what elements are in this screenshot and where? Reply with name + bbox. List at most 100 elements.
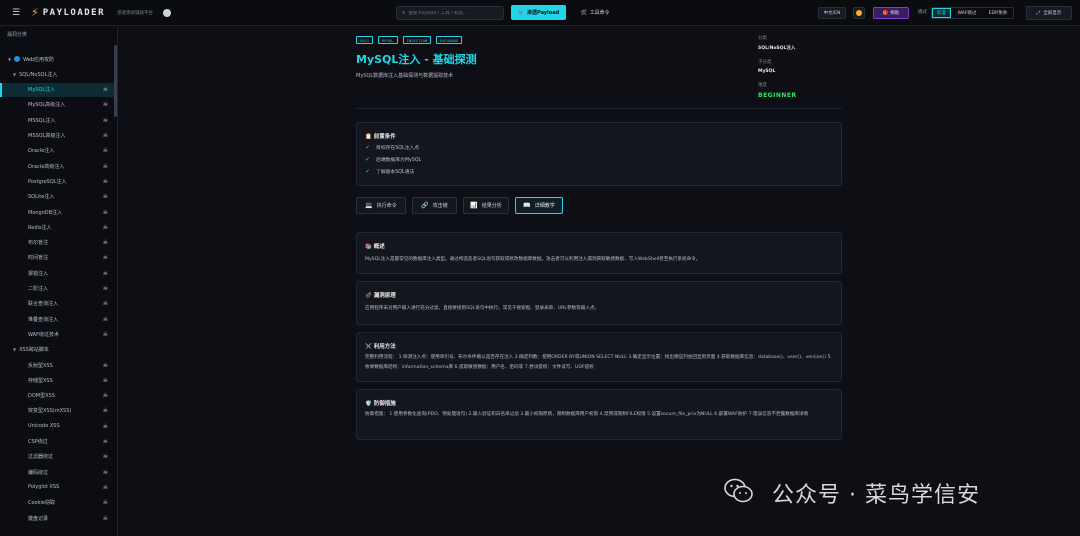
search-icon: ⌕ xyxy=(402,9,406,16)
tools-button-label: 工具命令 xyxy=(589,10,610,16)
sidebar-item[interactable]: Polyglot XSS ☠ xyxy=(0,480,116,494)
wechat-icon xyxy=(724,478,753,503)
sidebar-item[interactable]: 联合查询注入 ☠ xyxy=(0,297,116,311)
sidebar-item-label: 报错注入 xyxy=(28,270,49,277)
skull-icon: ☠ xyxy=(102,514,108,522)
chevron-down-icon[interactable]: ▼ xyxy=(13,347,16,352)
check-icon: ✓ xyxy=(365,156,371,163)
sidebar-item-label: 存储型XSS xyxy=(28,377,53,384)
section-text: 应用程序未对用户输入进行充分过滤，直接拼接到SQL语句中执行。常见于搜索框、登录… xyxy=(365,306,600,311)
sidebar-item[interactable]: MySQL注入 ☠ xyxy=(0,82,116,97)
tag-database[interactable]: DATABASE xyxy=(436,36,463,44)
section-title-text: 漏洞原理 xyxy=(373,293,396,299)
section-exploitation: ⚔️ 利用方法 完整利用流程： 1.探测注入点：使用单引号、布尔条件确认是否存在… xyxy=(356,332,842,382)
expand-icon: ⤢ xyxy=(1036,11,1041,16)
prereq-item-text: 了解基本SQL语法 xyxy=(376,170,415,175)
tag-mysql[interactable]: MYSQL xyxy=(378,36,398,44)
sidebar-item[interactable]: MongoDB注入 ☠ xyxy=(0,205,116,219)
sidebar-item[interactable]: DOM型XSS ☠ xyxy=(0,389,116,403)
chevron-down-icon[interactable]: ▼ xyxy=(8,57,11,62)
prereq-item: ✓ 后端数据库为MySQL xyxy=(365,156,421,163)
sidebar-item[interactable]: 键盘记录 ☠ xyxy=(0,511,116,525)
tools-button[interactable]: 🛠 工具命令 xyxy=(572,5,618,20)
skull-icon: ☠ xyxy=(102,315,108,323)
sidebar-item[interactable]: SQLite注入 ☠ xyxy=(0,190,116,204)
sidebar-item-label: MSSQL注入 xyxy=(28,117,56,124)
tab-execute[interactable]: 💻 执行命令 xyxy=(356,197,406,214)
fullscreen-button[interactable]: ⤢ 全屏显示 xyxy=(1026,6,1072,20)
skull-icon: ☠ xyxy=(102,101,108,109)
section-defense: 🛡️ 防御措施 防御措施： 1.使用参数化查询(PDO、预处理语句) 2.输入验… xyxy=(356,389,842,440)
logo[interactable]: PAYLOADER xyxy=(43,8,105,18)
sidebar-item[interactable]: ▼ Web应用攻防 xyxy=(0,52,116,66)
tools-icon: 🛠 xyxy=(580,9,587,16)
prereq-card: 📋 前置条件 ✓ 目标存在SQL注入点 ✓ 后端数据库为MySQL ✓ 了解基本SQL… xyxy=(356,122,842,186)
sidebar-item[interactable]: 编码绕过 ☠ xyxy=(0,465,116,479)
language-button[interactable]: 中文/EN xyxy=(818,7,846,19)
mode-waf[interactable]: WAF绕过 xyxy=(951,8,983,18)
sidebar-item[interactable]: 突变型XSS(mXSS) ☠ xyxy=(0,404,116,418)
sidebar-item[interactable]: CSP绕过 ☠ xyxy=(0,435,116,449)
sidebar-item[interactable]: MySQL高级注入 ☠ xyxy=(0,98,116,112)
check-icon: ✓ xyxy=(365,168,371,175)
menu-icon[interactable]: ☰ xyxy=(10,7,22,19)
sidebar-item-label: Polyglot XSS xyxy=(28,484,60,491)
sidebar-item[interactable]: Oracle高级注入 ☠ xyxy=(0,159,116,173)
prereq-title: 📋 前置条件 xyxy=(365,132,396,140)
sidebar-item[interactable]: MSSQL注入 ☠ xyxy=(0,113,116,127)
theme-toggle[interactable] xyxy=(853,7,865,19)
skull-icon: ☠ xyxy=(102,468,108,476)
sidebar-item[interactable]: 堆叠查询注入 ☠ xyxy=(0,312,116,326)
sidebar-item[interactable]: ▼ XSS跨站脚本 xyxy=(0,343,116,357)
section-title: ⚔️ 利用方法 xyxy=(365,342,396,350)
sidebar-item-label: WAF绕过技术 xyxy=(28,331,59,338)
sidebar-item-label: DOM型XSS xyxy=(28,393,55,400)
skull-icon: ☠ xyxy=(102,86,108,94)
sidebar-item[interactable]: 时间盲注 ☠ xyxy=(0,251,116,265)
chevron-down-icon[interactable]: ▼ xyxy=(13,72,16,77)
sidebar-item[interactable]: 报错注入 ☠ xyxy=(0,266,116,280)
tag-injection[interactable]: INJECTION xyxy=(402,36,432,44)
header-divider xyxy=(356,108,842,109)
clipboard-icon: 📋 xyxy=(365,134,374,140)
content-tabs: 💻 执行命令 🔗 攻击链 📊 结果分析 📖 详细教学 xyxy=(356,197,563,214)
sidebar-item-label: MongoDB注入 xyxy=(28,209,63,216)
skull-icon: ☠ xyxy=(102,147,108,155)
sidebar-item[interactable]: ▼ SQL/NoSQL注入 xyxy=(0,67,116,81)
mode-standard[interactable]: 标准 xyxy=(932,8,951,18)
sidebar: 漏洞分类 ▼ Web应用攻防 ▼ SQL/NoSQL注入 MySQL注入 ☠ MySQL高级… xyxy=(0,27,118,536)
section-title-text: 利用方法 xyxy=(373,344,396,350)
skull-icon: ☠ xyxy=(102,193,108,201)
check-icon: ✓ xyxy=(365,144,371,151)
sidebar-item[interactable]: 过滤器绕过 ☠ xyxy=(0,450,116,464)
sidebar-item[interactable]: Unicode XSS ☠ xyxy=(0,419,116,433)
sidebar-item[interactable]: Redis注入 ☠ xyxy=(0,220,116,234)
github-icon[interactable] xyxy=(163,8,172,17)
sidebar-item[interactable]: 二阶注入 ☠ xyxy=(0,282,116,296)
sidebar-item-label: PostgreSQL注入 xyxy=(28,178,67,185)
sidebar-item[interactable]: 存储型XSS ☠ xyxy=(0,373,116,387)
search-input[interactable] xyxy=(408,10,499,16)
tab-tutorial[interactable]: 📖 详细教学 xyxy=(515,197,563,214)
sidebar-item[interactable]: Cookie窃取 ☠ xyxy=(0,496,116,510)
search-box[interactable]: ⌕ xyxy=(396,6,504,20)
sidebar-item[interactable]: 反射型XSS ☠ xyxy=(0,358,116,372)
sidebar-item-label: Oracle高级注入 xyxy=(28,163,65,170)
sidebar-scrollbar[interactable] xyxy=(114,45,117,117)
tag-sqli[interactable]: SQLI xyxy=(356,36,374,44)
donate-button[interactable]: 🎁 捐助 xyxy=(873,7,909,19)
sidebar-item[interactable]: MSSQL高级注入 ☠ xyxy=(0,129,116,143)
prereq-title-text: 前置条件 xyxy=(373,134,396,140)
skull-icon: ☠ xyxy=(102,453,108,461)
skull-icon: ☠ xyxy=(102,361,108,369)
sidebar-item[interactable]: PostgreSQL注入 ☠ xyxy=(0,174,116,188)
sidebar-item[interactable]: 布尔盲注 ☠ xyxy=(0,236,116,250)
tab-attack-chain[interactable]: 🔗 攻击链 xyxy=(412,197,457,214)
sidebar-item[interactable]: WAF绕过技术 ☠ xyxy=(0,327,116,341)
globe-icon xyxy=(14,56,21,62)
fullscreen-label: 全屏显示 xyxy=(1043,11,1062,16)
payload-button[interactable]: 👾 渗透Payload xyxy=(511,5,566,20)
tab-result-analysis[interactable]: 📊 结果分析 xyxy=(463,197,509,214)
mode-edr[interactable]: EDR免杀 xyxy=(983,8,1013,18)
sidebar-item[interactable]: Oracle注入 ☠ xyxy=(0,144,116,158)
